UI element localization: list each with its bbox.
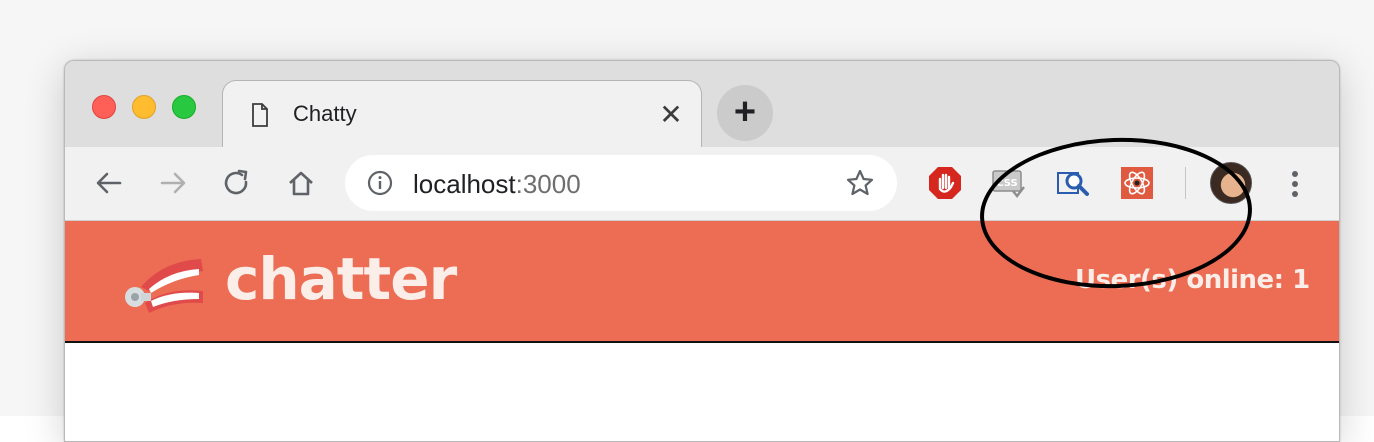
home-icon xyxy=(289,171,313,196)
window-maximize-button[interactable] xyxy=(172,95,196,119)
brand-title: chatter xyxy=(225,245,457,313)
url-host: localhost xyxy=(413,169,516,199)
address-bar[interactable]: localhost:3000 xyxy=(345,155,897,211)
reload-icon xyxy=(224,169,248,195)
window-minimize-button[interactable] xyxy=(132,95,156,119)
chat-content-area xyxy=(65,343,1339,441)
tab-strip: Chatty ✕ + xyxy=(65,61,1339,149)
url-port: :3000 xyxy=(515,169,581,199)
tab-close-button[interactable]: ✕ xyxy=(657,101,685,129)
reload-button[interactable] xyxy=(219,165,255,201)
chattering-teeth-icon xyxy=(125,259,203,313)
arrow-left-icon xyxy=(96,172,122,194)
arrow-right-icon xyxy=(160,172,186,194)
info-icon[interactable] xyxy=(367,170,393,196)
url-text: localhost:3000 xyxy=(413,169,581,200)
star-icon[interactable] xyxy=(845,168,875,198)
tab-chatty[interactable]: Chatty ✕ xyxy=(222,80,702,149)
new-tab-button[interactable]: + xyxy=(717,85,773,141)
page-icon xyxy=(252,103,268,127)
adblock-icon[interactable] xyxy=(927,165,963,201)
tab-title: Chatty xyxy=(293,101,357,126)
kebab-menu-icon[interactable] xyxy=(1285,164,1305,204)
back-button[interactable] xyxy=(91,165,127,201)
forward-button[interactable] xyxy=(155,165,191,201)
window-close-button[interactable] xyxy=(92,95,116,119)
home-button[interactable] xyxy=(283,165,319,201)
